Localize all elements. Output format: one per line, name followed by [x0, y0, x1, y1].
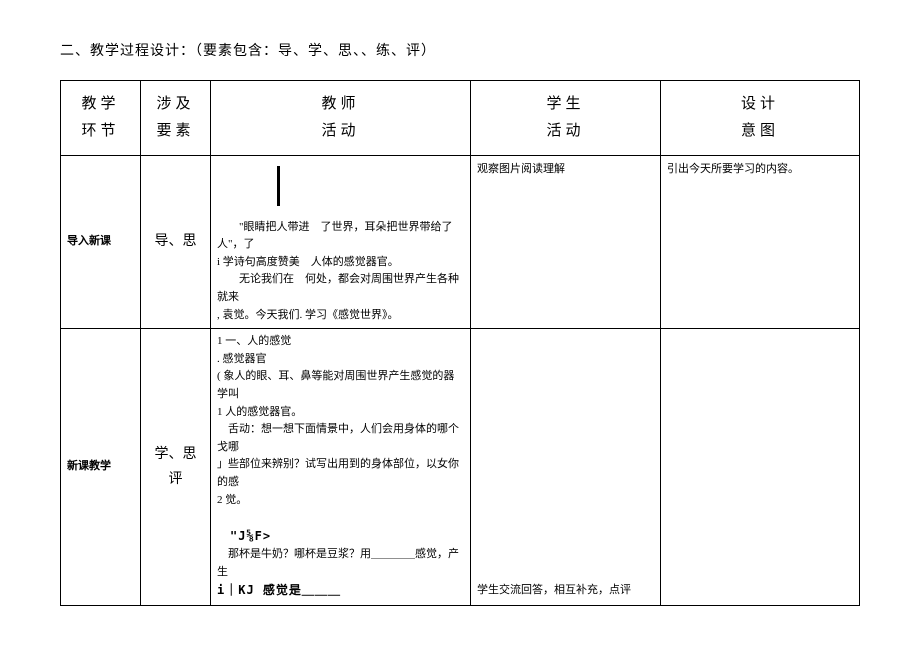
student-cell: 观察图片阅读理解 [471, 156, 661, 329]
teacher-cell: "眼睛把人带进 了世界，耳朵把世界带给了人"，了 i 学诗句高度赞美 人体的感觉… [211, 156, 471, 329]
phase-cell: 导入新课 [61, 156, 141, 329]
intent-cell: 引出今天所要学习的内容。 [661, 156, 860, 329]
header-element-l1: 涉及 [145, 91, 206, 118]
table-row: 新课教学 学、思 评 1 一、人的感觉 . 感觉器官 ( 象人的眼、耳、鼻等能对… [61, 329, 860, 606]
teacher-line-garbled: i｜KJ 感觉是＿＿＿ [217, 583, 341, 597]
intent-cell [661, 329, 860, 606]
teacher-line: 2 觉。 [217, 494, 247, 506]
header-phase-l2: 环节 [65, 118, 136, 145]
header-phase: 教学 环节 [61, 81, 141, 156]
teacher-line: 1 人的感觉器官。 [217, 406, 302, 418]
header-teacher: 教师 活动 [211, 81, 471, 156]
image-placeholder-icon [277, 166, 286, 206]
teacher-line: 无论我们在 何处，都会对周围世界产生各种就来 [217, 273, 459, 303]
header-element-l2: 要素 [145, 118, 206, 145]
table-row: 导入新课 导、思 "眼睛把人带进 了世界，耳朵把世界带给了人"，了 i 学诗句高… [61, 156, 860, 329]
header-row: 教学 环节 涉及 要素 教师 活动 学生 活动 设计 意图 [61, 81, 860, 156]
header-student-l1: 学生 [475, 91, 656, 118]
teacher-line: 」些部位来辨别？试写出用到的身体部位，以女你的感 [217, 458, 459, 488]
teacher-line: 1 一、人的感觉 [217, 335, 291, 347]
teacher-line: ( 象人的眼、耳、鼻等能对周围世界产生感觉的器学叫 [217, 370, 454, 400]
element-cell: 导、思 [141, 156, 211, 329]
header-element: 涉及 要素 [141, 81, 211, 156]
teacher-line-garbled: "J⅝F> [217, 529, 271, 543]
header-student-l2: 活动 [475, 118, 656, 145]
element-cell: 学、思 评 [141, 329, 211, 606]
student-cell: 学生交流回答，相互补充，点评 [471, 329, 661, 606]
teacher-cell: 1 一、人的感觉 . 感觉器官 ( 象人的眼、耳、鼻等能对周围世界产生感觉的器学… [211, 329, 471, 606]
teacher-line: 那杯是牛奶？哪杯是豆浆？用＿＿＿＿感觉，产生 [217, 548, 459, 578]
lesson-plan-table: 教学 环节 涉及 要素 教师 活动 学生 活动 设计 意图 导入新课 [60, 80, 860, 606]
header-intent: 设计 意图 [661, 81, 860, 156]
header-phase-l1: 教学 [65, 91, 136, 118]
teacher-line: , 袁觉。今天我们. 学习《感觉世界》。 [217, 309, 399, 321]
header-teacher-l1: 教师 [215, 91, 466, 118]
header-intent-l2: 意图 [665, 118, 855, 145]
header-teacher-l2: 活动 [215, 118, 466, 145]
teacher-line: "眼睛把人带进 了世界，耳朵把世界带给了人"，了 [217, 221, 453, 251]
teacher-line: . 感觉器官 [217, 353, 267, 365]
header-student: 学生 活动 [471, 81, 661, 156]
phase-cell: 新课教学 [61, 329, 141, 606]
section-title: 二、教学过程设计：（要素包含：导、学、思、、练、评） [60, 40, 860, 60]
teacher-line: 舌动：想一想下面情景中，人们会用身体的哪个戈哪 [217, 423, 459, 453]
header-intent-l1: 设计 [665, 91, 855, 118]
teacher-line: i 学诗句高度赞美 人体的感觉器官。 [217, 256, 399, 268]
